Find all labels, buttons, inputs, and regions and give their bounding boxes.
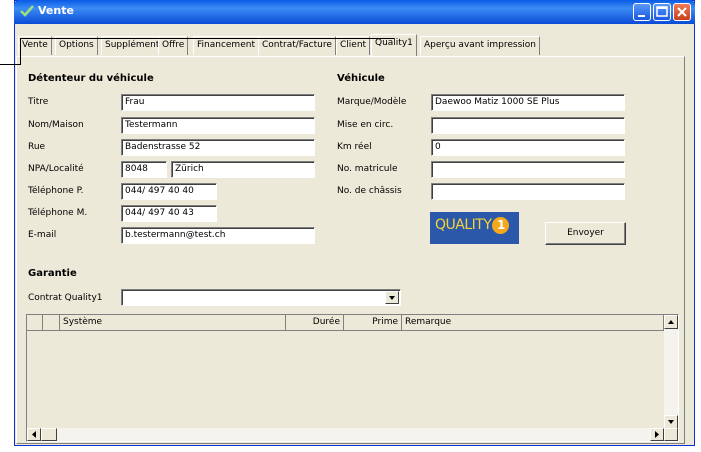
name-label: Nom/Maison — [28, 120, 84, 130]
mileage-label: Km réel — [337, 142, 372, 152]
maximize-icon — [656, 6, 668, 17]
send-button[interactable]: Envoyer — [545, 222, 626, 245]
window-title: Vente — [38, 4, 74, 17]
arrow-down-icon — [668, 420, 674, 424]
maximize-button[interactable] — [653, 3, 671, 21]
title-field[interactable]: Frau — [121, 94, 315, 111]
column-header-remark[interactable]: Remarque — [402, 315, 664, 331]
make-model-label: Marque/Modèle — [337, 97, 407, 107]
phone-m-label: Téléphone M. — [28, 208, 88, 218]
quality1-logo: QUALITY 1 — [430, 212, 519, 244]
contract-label: Contrat Quality1 — [28, 293, 103, 303]
title-label: Titre — [28, 97, 49, 107]
email-field[interactable]: b.testermann@test.ch — [121, 227, 315, 244]
registration-date-field[interactable] — [431, 117, 625, 134]
column-header-premium[interactable]: Prime — [344, 315, 402, 331]
chassis-number-field[interactable] — [431, 183, 625, 200]
logo-text: QUALITY — [435, 217, 492, 233]
plate-number-label: No. matricule — [337, 164, 398, 174]
mileage-field[interactable]: 0 — [431, 139, 625, 156]
close-icon — [677, 7, 687, 17]
phone-m-field[interactable]: 044/ 497 40 43 — [121, 205, 217, 222]
city-field[interactable]: Zürich — [171, 161, 315, 178]
zip-city-label: NPA/Localité — [28, 164, 84, 174]
phone-p-label: Téléphone P. — [28, 186, 84, 196]
arrow-right-icon — [655, 431, 659, 438]
scroll-right-button[interactable] — [650, 428, 664, 441]
guarantee-heading: Garantie — [28, 268, 77, 279]
minimize-icon — [638, 15, 645, 17]
plate-number-field[interactable] — [431, 161, 625, 178]
vertical-scroll-track[interactable] — [664, 329, 678, 415]
checkmark-app-icon — [20, 5, 34, 17]
scroll-up-button[interactable] — [664, 315, 678, 329]
street-field[interactable]: Badenstrasse 52 — [121, 139, 315, 156]
name-field[interactable]: Testermann — [121, 117, 315, 134]
registration-date-label: Mise en circ. — [337, 120, 394, 130]
make-model-field[interactable]: Daewoo Matiz 1000 SE Plus — [431, 94, 625, 111]
scroll-down-button[interactable] — [664, 415, 678, 429]
zip-field[interactable]: 8048 — [121, 161, 167, 178]
horizontal-scroll-track[interactable] — [57, 428, 650, 441]
row-select-header — [43, 315, 60, 331]
logo-number: 1 — [492, 217, 510, 234]
callout-line — [0, 64, 20, 65]
phone-p-field[interactable]: 044/ 497 40 40 — [121, 183, 217, 200]
callout-line-vertical — [20, 38, 21, 65]
column-header-system[interactable]: Système — [60, 315, 286, 331]
holder-heading: Détenteur du véhicule — [28, 73, 154, 84]
title-bar[interactable] — [14, 0, 695, 24]
arrow-left-icon — [32, 431, 36, 438]
chevron-down-icon — [389, 296, 395, 300]
contract-dropdown-button[interactable] — [385, 291, 399, 304]
street-label: Rue — [28, 142, 46, 152]
column-header-duration[interactable]: Durée — [286, 315, 344, 331]
horizontal-scroll-thumb[interactable] — [41, 428, 57, 441]
close-button[interactable] — [673, 3, 691, 21]
row-indicator-header — [27, 315, 43, 331]
tab-apercu-impression[interactable]: Aperçu avant impression — [420, 36, 540, 55]
vehicle-heading: Véhicule — [337, 73, 385, 84]
chassis-number-label: No. de châssis — [337, 186, 402, 196]
email-label: E-mail — [28, 230, 57, 240]
size-grip — [664, 428, 678, 441]
scroll-left-button[interactable] — [27, 428, 41, 441]
minimize-button[interactable] — [633, 3, 651, 21]
arrow-up-icon — [668, 320, 674, 324]
guarantee-table[interactable] — [26, 314, 679, 442]
callout-line-top — [20, 38, 394, 39]
contract-select[interactable] — [121, 289, 401, 306]
